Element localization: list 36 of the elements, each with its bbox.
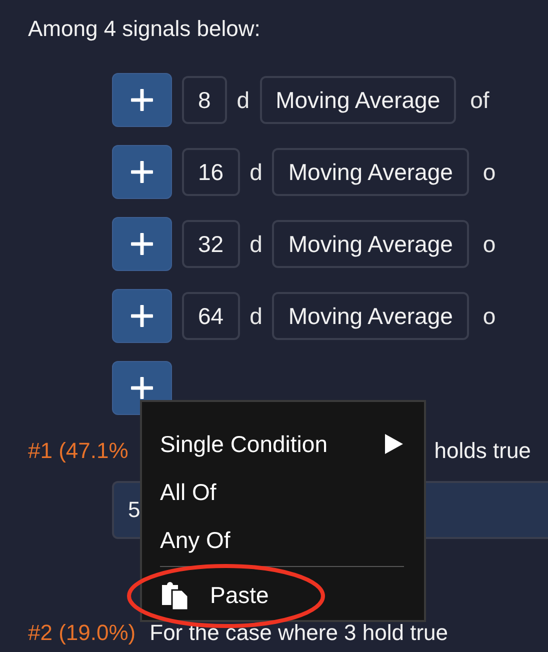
period-field[interactable]: 8 <box>182 76 227 124</box>
unit-label: d <box>250 302 262 330</box>
indicator-select[interactable]: Moving Average <box>272 220 469 268</box>
of-label: o <box>482 158 496 186</box>
add-button[interactable] <box>112 145 172 199</box>
case-text: holds true <box>434 439 531 463</box>
plus-icon <box>131 89 153 111</box>
period-field[interactable]: 16 <box>182 148 240 196</box>
add-button[interactable] <box>112 73 172 127</box>
unit-label: d <box>236 86 250 114</box>
period-field[interactable]: 64 <box>182 292 240 340</box>
of-label: of <box>470 86 490 114</box>
add-button[interactable] <box>112 289 172 343</box>
indicator-select[interactable]: Moving Average <box>272 292 469 340</box>
menu-item[interactable]: All Of <box>160 468 404 516</box>
plus-icon <box>131 161 153 183</box>
unit-label: d <box>250 158 262 186</box>
case-label: #1 (47.1% <box>28 439 128 463</box>
menu-item[interactable]: Any Of <box>160 516 404 564</box>
case-text: For the case where 3 hold true <box>150 621 448 645</box>
of-label: o <box>482 230 496 258</box>
plus-icon <box>131 377 153 399</box>
indicator-select[interactable]: Moving Average <box>260 76 456 124</box>
plus-icon <box>131 305 153 327</box>
paste-icon <box>160 580 190 610</box>
case-label: #2 (19.0%) <box>28 621 136 645</box>
of-label: o <box>482 302 496 330</box>
menu-item[interactable]: Single Condition <box>160 420 404 468</box>
add-button[interactable] <box>112 217 172 271</box>
menu-item[interactable]: Paste <box>160 579 404 611</box>
heading-text: Among 4 signals below: <box>28 16 262 42</box>
plus-icon <box>131 233 153 255</box>
submenu-arrow-icon <box>384 433 404 455</box>
period-field[interactable]: 32 <box>182 220 240 268</box>
unit-label: d <box>250 230 262 258</box>
indicator-select[interactable]: Moving Average <box>272 148 469 196</box>
